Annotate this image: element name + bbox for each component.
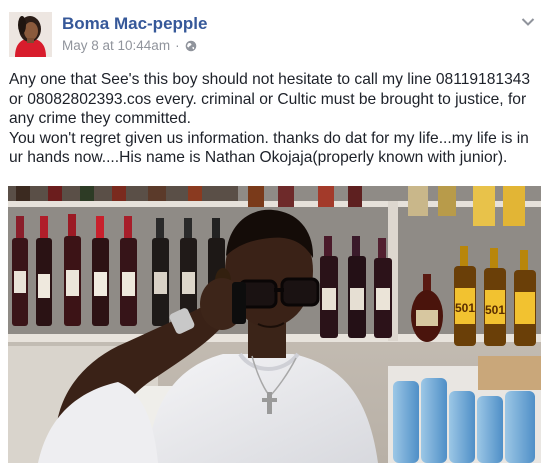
post-photo[interactable]: 501 501 [8, 186, 541, 463]
chevron-down-icon[interactable] [521, 14, 535, 26]
bottle-label: 501 [455, 301, 475, 315]
author-name[interactable]: Boma Mac-pepple [62, 14, 207, 34]
meta-separator: · [175, 38, 180, 53]
post-paragraph: You won't regret given us information. t… [9, 129, 529, 167]
bottle-label: 501 [485, 303, 505, 317]
post-paragraph: Any one that See's this boy should not h… [9, 71, 531, 127]
post-timestamp[interactable]: May 8 at 10:44am [62, 38, 170, 53]
avatar[interactable] [9, 12, 52, 57]
facebook-post: Boma Mac-pepple May 8 at 10:44am · Any o… [0, 0, 541, 463]
globe-icon[interactable] [185, 40, 197, 52]
post-text: Any one that See's this boy should not h… [9, 70, 537, 168]
photo-illustration: 501 501 [8, 186, 541, 463]
post-meta: May 8 at 10:44am · [62, 38, 197, 53]
